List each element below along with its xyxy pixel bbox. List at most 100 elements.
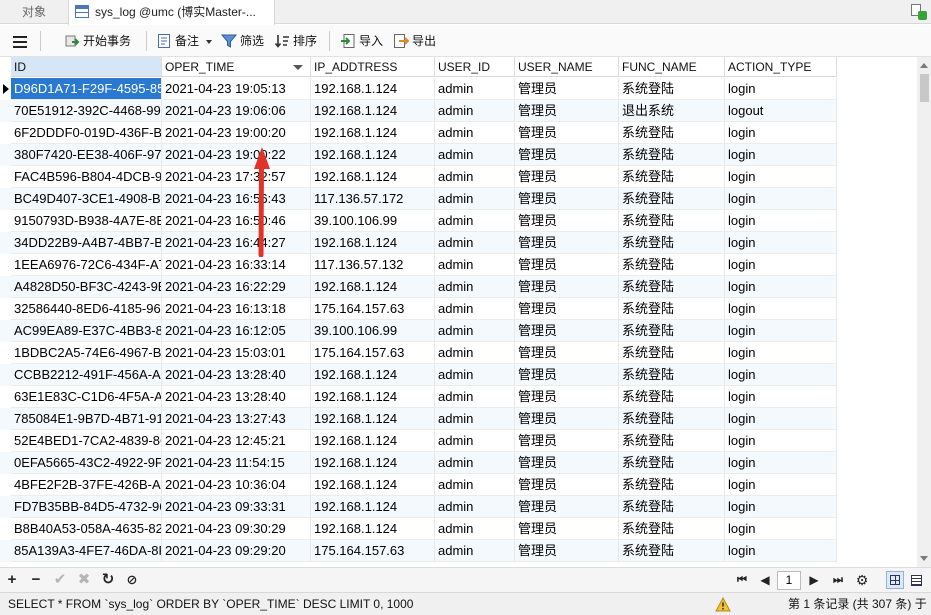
table-row[interactable]: CCBB2212-491F-456A-AF 2021-04-23 13:28:40… — [0, 364, 837, 386]
cell-user-name[interactable]: 管理员 — [515, 518, 619, 540]
cell-id[interactable]: 32586440-8ED6-4185-960 — [11, 298, 162, 320]
cell-oper-time[interactable]: 2021-04-23 16:56:43 — [162, 188, 311, 210]
cell-func-name[interactable]: 系统登陆 — [619, 122, 725, 144]
cell-user-name[interactable]: 管理员 — [515, 298, 619, 320]
cell-func-name[interactable]: 系统登陆 — [619, 166, 725, 188]
cell-id[interactable]: AC99EA89-E37C-4BB3-8D — [11, 320, 162, 342]
table-row[interactable]: D96D1A71-F29F-4595-855 2021-04-23 19:05:1… — [0, 78, 837, 100]
cell-id[interactable]: 70E51912-392C-4468-995 — [11, 100, 162, 122]
cell-oper-time[interactable]: 2021-04-23 09:33:31 — [162, 496, 311, 518]
tab-objects[interactable]: 对象 — [0, 0, 68, 24]
cell-user-id[interactable]: admin — [435, 100, 515, 122]
cell-action-type[interactable]: login — [725, 166, 837, 188]
page-number-field[interactable]: 1 — [777, 571, 801, 590]
cell-ip-address[interactable]: 175.164.157.63 — [311, 298, 435, 320]
cell-action-type[interactable]: login — [725, 452, 837, 474]
tab-sys-log[interactable]: sys_log @umc (博实Master-... — [68, 0, 275, 25]
cell-id[interactable]: 1EEA6976-72C6-434F-A7D — [11, 254, 162, 276]
cell-action-type[interactable]: login — [725, 210, 837, 232]
cell-user-id[interactable]: admin — [435, 496, 515, 518]
cell-oper-time[interactable]: 2021-04-23 16:13:18 — [162, 298, 311, 320]
cell-ip-address[interactable]: 175.164.157.63 — [311, 540, 435, 562]
cell-user-id[interactable]: admin — [435, 122, 515, 144]
cell-id[interactable]: 34DD22B9-A4B7-4BB7-B — [11, 232, 162, 254]
cell-func-name[interactable]: 系统登陆 — [619, 518, 725, 540]
cell-id[interactable]: 4BFE2F2B-37FE-426B-A6D — [11, 474, 162, 496]
menu-icon[interactable] — [0, 30, 36, 52]
discard-icon[interactable]: ✖ — [76, 572, 92, 588]
cell-user-id[interactable]: admin — [435, 166, 515, 188]
table-row[interactable]: 1BDBC2A5-74E6-4967-BA 2021-04-23 15:03:01… — [0, 342, 837, 364]
table-row[interactable]: 785084E1-9B7D-4B71-913 2021-04-23 13:27:4… — [0, 408, 837, 430]
table-row[interactable]: AC99EA89-E37C-4BB3-8D 2021-04-23 16:12:05… — [0, 320, 837, 342]
cell-oper-time[interactable]: 2021-04-23 10:36:04 — [162, 474, 311, 496]
cell-user-name[interactable]: 管理员 — [515, 122, 619, 144]
cell-oper-time[interactable]: 2021-04-23 19:00:20 — [162, 122, 311, 144]
cell-user-id[interactable]: admin — [435, 276, 515, 298]
cell-id[interactable]: CCBB2212-491F-456A-AF — [11, 364, 162, 386]
scroll-up-icon[interactable] — [920, 63, 928, 68]
cell-oper-time[interactable]: 2021-04-23 13:28:40 — [162, 386, 311, 408]
prev-page-icon[interactable]: ◀ — [757, 572, 773, 588]
cell-action-type[interactable]: login — [725, 298, 837, 320]
cell-ip-address[interactable]: 192.168.1.124 — [311, 386, 435, 408]
table-row[interactable]: 380F7420-EE38-406F-971 2021-04-23 19:00:2… — [0, 144, 837, 166]
table-row[interactable]: A4828D50-BF3C-4243-9B 2021-04-23 16:22:29… — [0, 276, 837, 298]
chevron-down-icon[interactable] — [206, 40, 212, 44]
cell-action-type[interactable]: login — [725, 254, 837, 276]
cell-user-id[interactable]: admin — [435, 518, 515, 540]
column-header-action-type[interactable]: ACTION_TYPE — [725, 57, 837, 77]
cell-action-type[interactable]: login — [725, 408, 837, 430]
cell-id[interactable]: A4828D50-BF3C-4243-9B — [11, 276, 162, 298]
cell-user-id[interactable]: admin — [435, 342, 515, 364]
export-button[interactable]: 导出 — [393, 30, 439, 52]
cell-oper-time[interactable]: 2021-04-23 16:22:29 — [162, 276, 311, 298]
apply-icon[interactable]: ✔ — [52, 572, 68, 588]
cell-func-name[interactable]: 系统登陆 — [619, 386, 725, 408]
cell-ip-address[interactable]: 192.168.1.124 — [311, 496, 435, 518]
cell-user-id[interactable]: admin — [435, 78, 515, 100]
cell-action-type[interactable]: login — [725, 144, 837, 166]
table-row[interactable]: BC49D407-3CE1-4908-BC 2021-04-23 16:56:43… — [0, 188, 837, 210]
cell-id[interactable]: 52E4BED1-7CA2-4839-8C — [11, 430, 162, 452]
scroll-thumb[interactable] — [920, 74, 929, 102]
cell-func-name[interactable]: 系统登陆 — [619, 430, 725, 452]
cell-user-id[interactable]: admin — [435, 386, 515, 408]
cell-func-name[interactable]: 退出系统 — [619, 100, 725, 122]
cell-func-name[interactable]: 系统登陆 — [619, 144, 725, 166]
stop-icon[interactable]: ⊘ — [124, 572, 140, 588]
cell-action-type[interactable]: login — [725, 188, 837, 210]
column-header-oper-time[interactable]: OPER_TIME — [162, 57, 311, 77]
cell-id[interactable]: D96D1A71-F29F-4595-855 — [11, 78, 162, 100]
cell-id[interactable]: 785084E1-9B7D-4B71-913 — [11, 408, 162, 430]
cell-user-id[interactable]: admin — [435, 254, 515, 276]
cell-id[interactable]: B8B40A53-058A-4635-82 — [11, 518, 162, 540]
cell-func-name[interactable]: 系统登陆 — [619, 320, 725, 342]
cell-ip-address[interactable]: 117.136.57.172 — [311, 188, 435, 210]
delete-icon[interactable]: − — [28, 572, 44, 588]
cell-id[interactable]: BC49D407-3CE1-4908-BC — [11, 188, 162, 210]
cell-id[interactable]: 0EFA5665-43C2-4922-9FA — [11, 452, 162, 474]
cell-user-id[interactable]: admin — [435, 430, 515, 452]
cell-ip-address[interactable]: 117.136.57.132 — [311, 254, 435, 276]
scroll-down-icon[interactable] — [920, 556, 928, 561]
cell-user-id[interactable]: admin — [435, 540, 515, 562]
cell-ip-address[interactable]: 192.168.1.124 — [311, 100, 435, 122]
table-row[interactable]: 9150793D-B938-4A7E-8E 2021-04-23 16:50:46… — [0, 210, 837, 232]
cell-oper-time[interactable]: 2021-04-23 13:27:43 — [162, 408, 311, 430]
cell-oper-time[interactable]: 2021-04-23 12:45:21 — [162, 430, 311, 452]
cell-user-name[interactable]: 管理员 — [515, 254, 619, 276]
cell-ip-address[interactable]: 192.168.1.124 — [311, 474, 435, 496]
column-header-user-id[interactable]: USER_ID — [435, 57, 515, 77]
cell-user-name[interactable]: 管理员 — [515, 474, 619, 496]
cell-action-type[interactable]: login — [725, 496, 837, 518]
cell-action-type[interactable]: login — [725, 232, 837, 254]
cell-user-id[interactable]: admin — [435, 144, 515, 166]
cell-action-type[interactable]: login — [725, 342, 837, 364]
cell-user-id[interactable]: admin — [435, 452, 515, 474]
cell-oper-time[interactable]: 2021-04-23 19:00:22 — [162, 144, 311, 166]
cell-func-name[interactable]: 系统登陆 — [619, 474, 725, 496]
next-page-icon[interactable]: ▶ — [806, 572, 822, 588]
cell-user-id[interactable]: admin — [435, 232, 515, 254]
table-row[interactable]: 52E4BED1-7CA2-4839-8C 2021-04-23 12:45:21… — [0, 430, 837, 452]
